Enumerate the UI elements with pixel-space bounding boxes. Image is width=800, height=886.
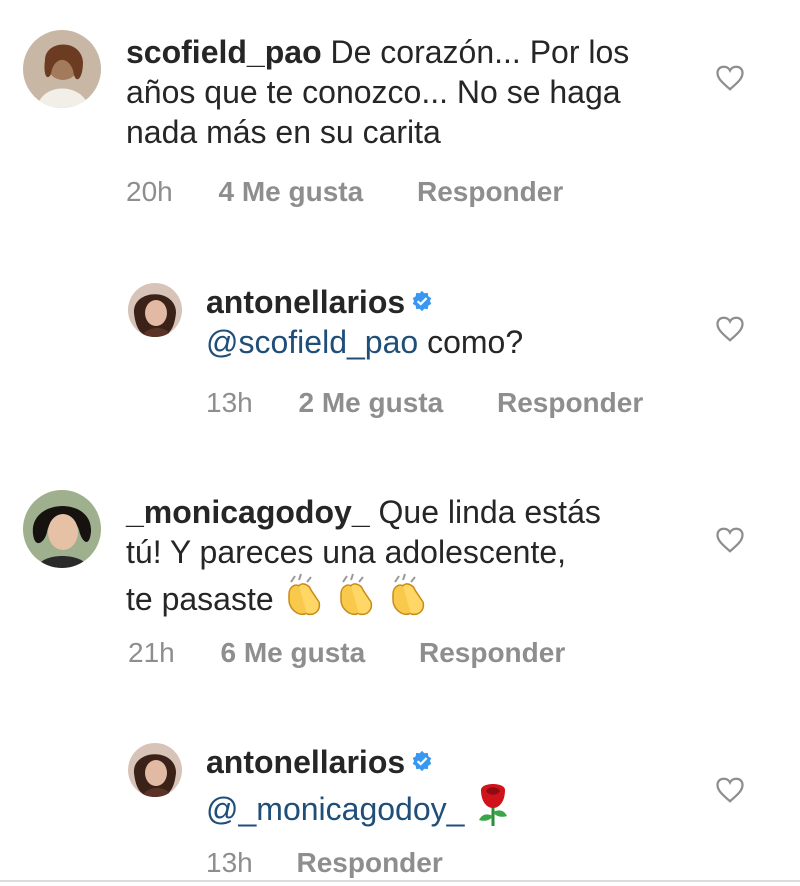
heart-outline-icon[interactable]: [715, 64, 745, 92]
comment-body: como?: [427, 324, 524, 360]
comment-username[interactable]: _monicagodoy_: [126, 494, 370, 530]
avatar[interactable]: [23, 30, 101, 108]
comment-text: antonellarios @_monicagodoy_: [206, 742, 686, 835]
avatar[interactable]: [128, 283, 182, 337]
comment-text: antonellarios @scofield_pao como?: [206, 282, 686, 362]
comment-meta: 13h Responder: [206, 847, 443, 879]
comment-time: 13h: [206, 387, 253, 418]
verified-badge-icon: [412, 290, 432, 312]
comment-username[interactable]: antonellarios: [206, 284, 405, 320]
like-count[interactable]: 2 Me gusta: [299, 387, 444, 419]
comment-meta: 13h 2 Me gusta Responder: [206, 387, 643, 419]
comment-text: _monicagodoy_ Que linda estás tú! Y pare…: [126, 492, 706, 625]
comment-time: 20h: [126, 176, 173, 207]
heart-outline-icon[interactable]: [715, 526, 745, 554]
heart-outline-icon[interactable]: [715, 315, 745, 343]
comment-time: 13h: [206, 847, 253, 878]
comment-username[interactable]: scofield_pao: [126, 34, 322, 70]
comment-meta: 21h 6 Me gusta Responder: [128, 637, 565, 669]
comment-time: 21h: [128, 637, 175, 668]
reply-button[interactable]: Responder: [497, 387, 643, 419]
like-count[interactable]: 6 Me gusta: [221, 637, 366, 669]
divider: [0, 880, 800, 882]
rose-emoji: [473, 782, 513, 835]
mention-link[interactable]: @_monicagodoy_: [206, 791, 464, 827]
reply-button[interactable]: Responder: [417, 176, 563, 208]
verified-badge-icon: [412, 750, 432, 772]
comment-body: te pasaste: [126, 581, 274, 617]
reply-button[interactable]: Responder: [297, 847, 443, 879]
heart-outline-icon[interactable]: [715, 776, 745, 804]
clapping-hands-emoji: [283, 572, 439, 625]
reply-button[interactable]: Responder: [419, 637, 565, 669]
comment-body: Que linda estás: [378, 494, 601, 530]
comment-username[interactable]: antonellarios: [206, 744, 405, 780]
comment-meta: 20h 4 Me gusta Responder: [126, 176, 563, 208]
like-count[interactable]: 4 Me gusta: [219, 176, 364, 208]
avatar[interactable]: [128, 743, 182, 797]
mention-link[interactable]: @scofield_pao: [206, 324, 418, 360]
comment-text: scofield_pao De corazón... Por los años …: [126, 32, 686, 152]
comment-body: tú! Y pareces una adolescente,: [126, 534, 567, 570]
avatar[interactable]: [23, 490, 101, 568]
